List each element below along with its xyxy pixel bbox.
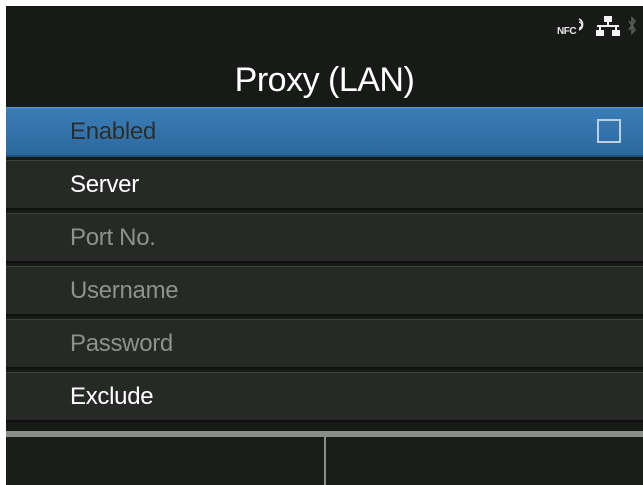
nfc-icon: NFC: [557, 17, 589, 39]
status-icons: NFC: [557, 14, 637, 42]
status-bar: NFC: [6, 6, 643, 50]
enabled-checkbox[interactable]: [597, 119, 621, 143]
bluetooth-icon: [627, 15, 637, 42]
menu-item-label: Exclude: [70, 382, 154, 410]
menu-item-label: Password: [70, 329, 173, 357]
lan-network-icon: [595, 15, 621, 42]
menu-item-label: Enabled: [70, 117, 156, 145]
settings-menu: Enabled Server Port No. Username Passwor…: [6, 107, 643, 425]
menu-item-username[interactable]: Username: [6, 266, 643, 316]
left-softkey[interactable]: [6, 431, 326, 485]
softkey-bar: [6, 431, 643, 485]
menu-item-label: Server: [70, 170, 139, 198]
menu-item-port-no[interactable]: Port No.: [6, 213, 643, 263]
menu-item-label: Port No.: [70, 223, 156, 251]
menu-item-label: Username: [70, 276, 179, 304]
page-title: Proxy (LAN): [234, 61, 415, 99]
nfc-label: NFC: [557, 26, 577, 37]
menu-item-exclude[interactable]: Exclude: [6, 372, 643, 422]
menu-item-server[interactable]: Server: [6, 160, 643, 210]
menu-item-enabled[interactable]: Enabled: [6, 107, 643, 157]
printer-display-screen: NFC Proxy (LAN) Enabled Server Port No. …: [6, 6, 643, 485]
menu-item-password[interactable]: Password: [6, 319, 643, 369]
right-softkey[interactable]: [325, 431, 643, 485]
